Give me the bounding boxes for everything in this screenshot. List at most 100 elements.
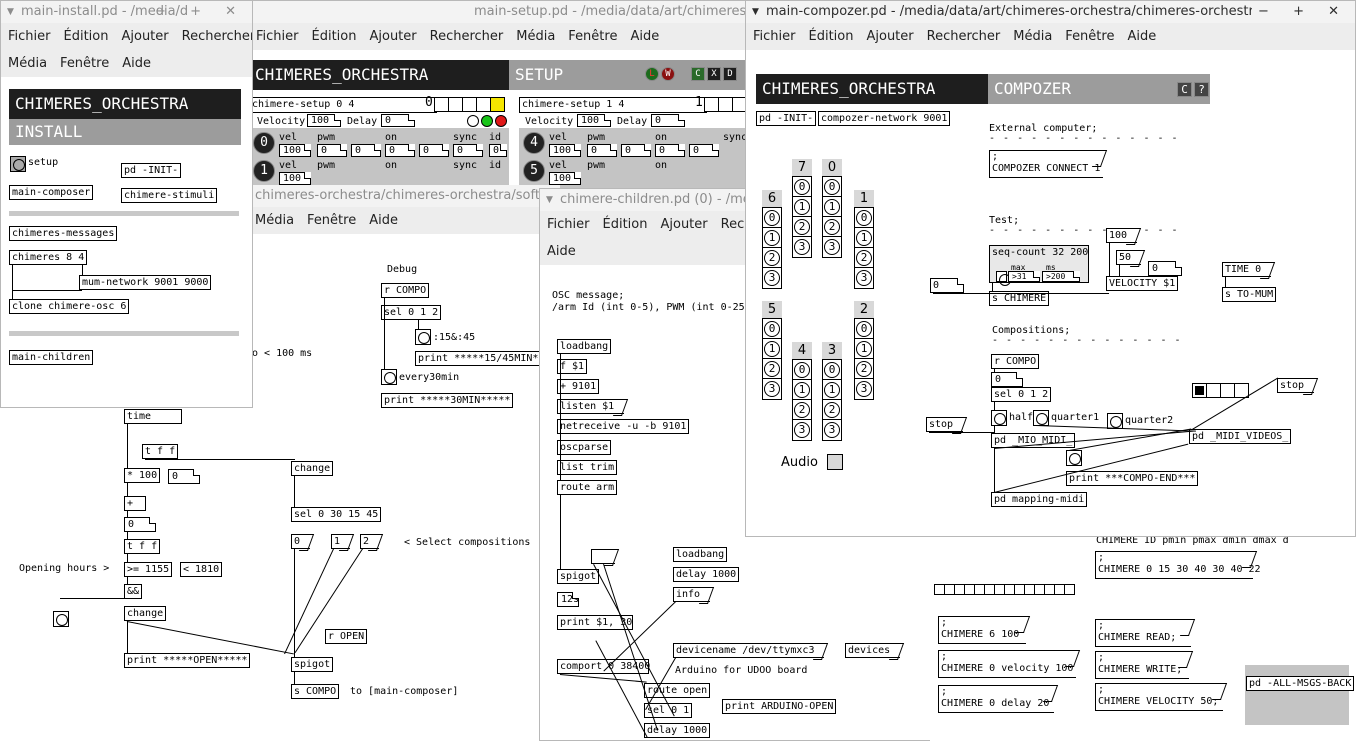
install-menu-aide[interactable]: Aide: [122, 56, 151, 71]
setup-0-velocity[interactable]: 100: [307, 114, 341, 127]
setup-0-vel-num[interactable]: 100: [279, 144, 311, 157]
radio-group-0[interactable]: 0123: [822, 176, 842, 258]
obj-route-arm[interactable]: route arm: [557, 480, 618, 495]
obj-r-compo-c[interactable]: r COMPO: [991, 354, 1040, 369]
bang-every30[interactable]: [381, 369, 397, 385]
obj-mapping-midi[interactable]: pd mapping-midi: [991, 492, 1088, 507]
obj-delay-1000[interactable]: delay 1000: [673, 567, 740, 582]
msg-compozer-connect[interactable]: ; COMPOZER CONNECT 1: [989, 150, 1103, 178]
obj-t-f-f[interactable]: t f f: [142, 444, 179, 459]
composer-btn-help[interactable]: ?: [1194, 82, 1209, 97]
obj-loadbang-2[interactable]: loadbang: [673, 547, 728, 562]
obj-and[interactable]: &&: [124, 584, 143, 599]
msg-50[interactable]: 50: [1116, 250, 1142, 265]
radio-group-6[interactable]: 0123: [762, 207, 782, 289]
chimere-setup-0[interactable]: chimere-setup 0 4: [249, 97, 437, 113]
obj-time[interactable]: time: [124, 409, 182, 424]
composer-menu-fenetre[interactable]: Fenêtre: [1065, 29, 1114, 44]
composer-menu-ajouter[interactable]: Ajouter: [866, 29, 913, 44]
radio-group-5[interactable]: 0123: [762, 318, 782, 400]
obj-print-open[interactable]: print *****OPEN*****: [124, 653, 251, 668]
setup-menu-aide[interactable]: Aide: [630, 29, 659, 44]
obj-s-to-mum[interactable]: s TO-MUM: [1222, 287, 1277, 302]
obj-spigot-c[interactable]: spigot: [557, 569, 600, 584]
install-menu-arrow-icon[interactable]: ▼: [7, 1, 14, 23]
install-window-controls-icon[interactable]: − + ✕: [155, 1, 246, 23]
setup-0-on2-num[interactable]: 0: [419, 144, 449, 157]
bang-15-45[interactable]: [415, 329, 431, 345]
obj-delay-1000-b[interactable]: delay 1000: [644, 723, 711, 738]
obj-pd-init-c[interactable]: pd -INIT-: [756, 111, 817, 126]
obj-plus-9101[interactable]: + 9101: [557, 379, 600, 394]
msg-chimere-write[interactable]: ; CHIMERE WRITE;: [1095, 651, 1189, 679]
setup-1-pwm-num[interactable]: 0: [587, 144, 617, 157]
install-menu-media[interactable]: Média: [8, 56, 47, 71]
setup-titlebar[interactable]: main-setup.pd - /media/data/art/chimeres…: [249, 1, 747, 23]
obj-ge-1155[interactable]: >= 1155: [124, 562, 173, 577]
setup-0-on-num[interactable]: 0: [385, 144, 415, 157]
obj-oscparse[interactable]: oscparse: [557, 440, 612, 455]
children-menu-edition[interactable]: Édition: [603, 217, 648, 232]
msg-stop-2[interactable]: stop: [1277, 378, 1315, 393]
radio-group-4[interactable]: 0123: [792, 359, 812, 441]
setup-0-id-num[interactable]: 0: [489, 144, 507, 157]
composer-titlebar[interactable]: ▼ main-compozer.pd - /media/data/art/chim…: [746, 1, 1355, 23]
chimere-setup-1[interactable]: chimere-setup 1 4: [519, 97, 707, 113]
setup-1-on-num[interactable]: 0: [655, 144, 685, 157]
msg-listen[interactable]: listen $1: [557, 399, 625, 414]
num-200[interactable]: >200: [1042, 271, 1080, 282]
obj-all-msgs-back[interactable]: pd -ALL-MSGS-BACK: [1246, 676, 1355, 691]
setup-1-pwm2-num[interactable]: 0: [621, 144, 651, 157]
obj-loadbang[interactable]: loadbang: [557, 339, 612, 354]
obj-velocity[interactable]: VELOCITY $1: [1106, 276, 1179, 291]
install-menu-rechercher[interactable]: Rechercher: [182, 29, 252, 44]
toggle-open[interactable]: [53, 611, 69, 627]
obj-chimeres-8-4[interactable]: chimeres 8 4: [9, 250, 88, 265]
msg-chimere-velocity[interactable]: ; CHIMERE 0 velocity 100: [938, 650, 1076, 678]
main-menu-fenetre[interactable]: Fenêtre: [307, 213, 356, 228]
msg-chimere-delay[interactable]: ; CHIMERE 0 delay 20: [938, 685, 1054, 713]
msg-2[interactable]: 2: [360, 534, 380, 549]
seq-bang[interactable]: [996, 271, 1011, 286]
radio-group-3[interactable]: 0123: [822, 359, 842, 441]
setup-0-pwm2-num[interactable]: 0: [351, 144, 381, 157]
obj-main-composer[interactable]: main-composer: [9, 185, 94, 200]
main-menu-media[interactable]: Média: [255, 213, 294, 228]
obj-midi-videos[interactable]: pd _MIDI_VIDEOS_: [1189, 429, 1292, 444]
install-menu-fichier[interactable]: Fichier: [8, 29, 51, 44]
composer-menu-arrow-icon[interactable]: ▼: [752, 1, 759, 23]
msg-devicename[interactable]: devicename /dev/ttymxc3: [673, 643, 825, 658]
setup-menu-fichier[interactable]: Fichier: [256, 29, 299, 44]
num-31[interactable]: >31: [1008, 271, 1040, 282]
setup-bang[interactable]: [10, 156, 26, 172]
setup-btn-x[interactable]: X: [707, 67, 721, 81]
obj-mul-100[interactable]: * 100: [124, 468, 161, 483]
obj-sel-0-1-2-c[interactable]: sel 0 1 2: [991, 387, 1052, 402]
msg-chimere-read[interactable]: ; CHIMERE READ;: [1095, 619, 1191, 647]
setup-1-delay[interactable]: 0: [651, 114, 685, 127]
setup-btn-w[interactable]: W: [661, 67, 675, 81]
obj-chimeres-messages[interactable]: chimeres-messages: [9, 226, 118, 241]
obj-list-trim[interactable]: list trim: [557, 460, 618, 475]
obj-print-15-45[interactable]: print *****15/45MIN*: [415, 351, 542, 366]
num-0b[interactable]: 0: [124, 517, 156, 532]
msg-100[interactable]: 100: [1106, 228, 1138, 243]
obj-print-30min[interactable]: print *****30MIN*****: [381, 393, 514, 408]
obj-r-compo[interactable]: r COMPO: [381, 283, 430, 298]
composer-menu-aide[interactable]: Aide: [1127, 29, 1156, 44]
obj-r-open[interactable]: r OPEN: [325, 629, 368, 644]
bang-half[interactable]: [991, 410, 1007, 426]
children-menu-aide[interactable]: Aide: [547, 244, 576, 259]
obj-plus[interactable]: +: [124, 496, 146, 511]
obj-mio-midi[interactable]: pd _MIO_MIDI_: [991, 433, 1076, 448]
obj-change-2[interactable]: change: [124, 606, 167, 621]
setup-0-sync-num[interactable]: 0: [453, 144, 483, 157]
setup-menu-fenetre[interactable]: Fenêtre: [568, 29, 617, 44]
setup-menu-ajouter[interactable]: Ajouter: [369, 29, 416, 44]
msg-stop[interactable]: stop: [926, 417, 964, 432]
install-titlebar[interactable]: ▼ main-install.pd - /media/d − + ✕: [1, 1, 252, 23]
num-12[interactable]: 12s: [557, 592, 579, 607]
setup-menu-edition[interactable]: Édition: [312, 29, 357, 44]
obj-s-compo[interactable]: s COMPO: [291, 684, 340, 699]
composer-menu-rechercher[interactable]: Rechercher: [927, 29, 1001, 44]
